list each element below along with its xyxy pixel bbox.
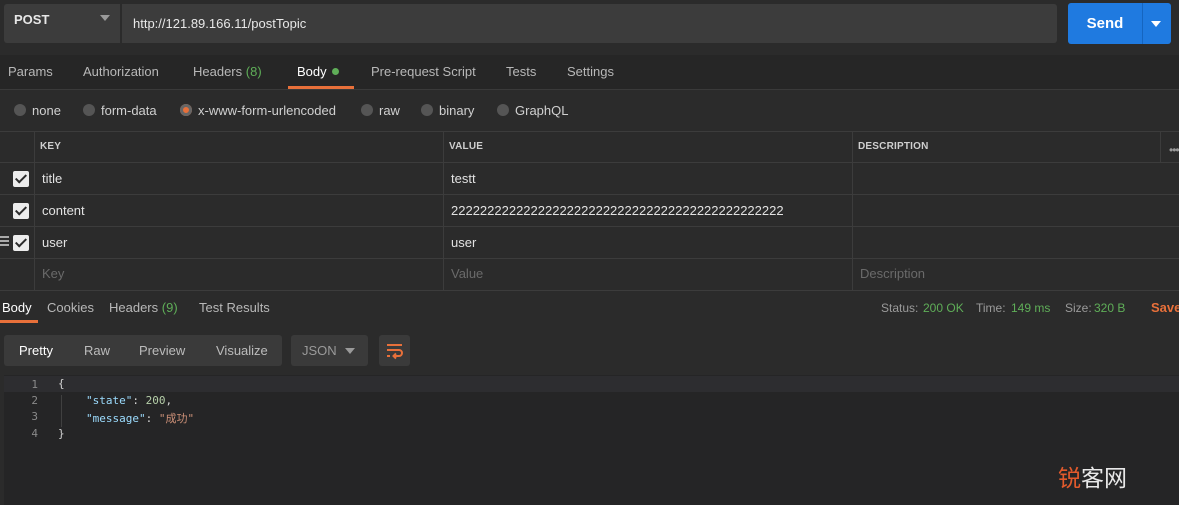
active-tab-underline <box>0 320 38 323</box>
json-key: "state" <box>86 394 133 407</box>
json-line-message: "message": "成功" <box>86 412 195 425</box>
row-value[interactable]: 2222222222222222222222222222222222222222… <box>451 203 784 218</box>
checkbox-icon[interactable] <box>13 171 29 187</box>
method-label: POST <box>14 12 50 27</box>
table-border <box>0 131 1179 132</box>
column-divider <box>34 131 35 291</box>
response-tab-cookies[interactable]: Cookies <box>47 300 94 315</box>
json-close-brace: } <box>58 427 65 440</box>
tab-tests[interactable]: Tests <box>506 64 536 79</box>
radio-label-none[interactable]: none <box>32 103 61 118</box>
checkbox-icon[interactable] <box>13 203 29 219</box>
column-divider <box>1160 131 1161 163</box>
response-tab-headers-label: Headers <box>109 300 159 315</box>
chevron-down-icon <box>1151 21 1161 27</box>
line-number: 3 <box>31 410 38 423</box>
json-key: "message" <box>86 412 146 425</box>
time-value[interactable]: 149 ms <box>1011 301 1050 315</box>
indent-guide <box>61 395 62 427</box>
size-label: Size: <box>1065 301 1092 315</box>
table-border <box>0 258 1179 259</box>
radio-binary[interactable] <box>421 104 433 116</box>
row-key[interactable]: title <box>42 171 62 186</box>
row-value[interactable]: user <box>451 235 476 250</box>
drag-handle-icon[interactable] <box>0 236 9 246</box>
tab-params[interactable]: Params <box>8 64 53 79</box>
wrap-lines-button[interactable] <box>379 335 410 366</box>
response-tab-headers[interactable]: Headers (9) <box>109 300 178 315</box>
column-header-description: DESCRIPTION <box>858 141 929 152</box>
format-label: JSON <box>302 343 337 358</box>
current-line-highlight <box>4 376 1179 392</box>
tab-headers[interactable]: Headers (8) <box>193 64 262 79</box>
line-number: 1 <box>31 378 38 391</box>
view-pretty-button[interactable]: Pretty <box>19 343 53 358</box>
send-button[interactable]: Send <box>1068 3 1142 44</box>
column-divider <box>852 131 853 291</box>
checkbox-icon[interactable] <box>13 235 29 251</box>
radio-x-www-form-urlencoded[interactable] <box>180 104 192 116</box>
tab-authorization[interactable]: Authorization <box>83 64 159 79</box>
line-number: 4 <box>31 427 38 440</box>
response-body-editor[interactable] <box>4 375 1179 505</box>
watermark-part2: 客网 <box>1081 466 1127 492</box>
table-border <box>0 290 1179 291</box>
active-tab-underline <box>288 86 354 89</box>
time-label: Time: <box>976 301 1006 315</box>
radio-graphql[interactable] <box>497 104 509 116</box>
wrap-lines-icon <box>387 344 403 360</box>
row-key[interactable]: content <box>42 203 85 218</box>
radio-label-graphql[interactable]: GraphQL <box>515 103 568 118</box>
radio-raw[interactable] <box>361 104 373 116</box>
json-string: "成功" <box>158 412 195 425</box>
radio-label-raw[interactable]: raw <box>379 103 400 118</box>
view-raw-button[interactable]: Raw <box>84 343 110 358</box>
chevron-down-icon <box>100 15 110 21</box>
tab-body[interactable]: Body <box>297 64 327 79</box>
column-header-value: VALUE <box>449 141 484 152</box>
radio-label-binary[interactable]: binary <box>439 103 474 118</box>
response-tab-test-results[interactable]: Test Results <box>199 300 270 315</box>
column-divider <box>443 131 444 291</box>
table-border <box>0 162 1179 163</box>
size-value[interactable]: 320 B <box>1094 301 1125 315</box>
watermark-part1: 锐 <box>1058 466 1081 492</box>
headers-count: (8) <box>245 64 262 79</box>
chevron-down-icon <box>345 348 355 354</box>
more-icon[interactable]: ••• <box>1169 143 1179 157</box>
tab-headers-label: Headers <box>193 64 243 79</box>
column-header-key: KEY <box>40 141 62 152</box>
new-value-input[interactable]: Value <box>451 266 483 281</box>
new-key-input[interactable]: Key <box>42 266 64 281</box>
view-preview-button[interactable]: Preview <box>139 343 185 358</box>
view-visualize-button[interactable]: Visualize <box>216 343 268 358</box>
radio-label-form-data[interactable]: form-data <box>101 103 157 118</box>
radio-form-data[interactable] <box>83 104 95 116</box>
tab-pre-request-script[interactable]: Pre-request Script <box>371 64 476 79</box>
status-value[interactable]: 200 OK <box>923 301 964 315</box>
new-description-input[interactable]: Description <box>860 266 925 281</box>
radio-label-x-www-form-urlencoded[interactable]: x-www-form-urlencoded <box>198 103 336 118</box>
status-label: Status: <box>881 301 919 315</box>
json-number: 200 <box>145 394 166 407</box>
watermark: 锐客网 <box>1058 459 1127 493</box>
json-line-state: "state": 200, <box>86 394 173 407</box>
table-border <box>0 226 1179 227</box>
tab-settings[interactable]: Settings <box>567 64 614 79</box>
response-headers-count: (9) <box>161 300 178 315</box>
body-indicator-dot <box>332 68 339 75</box>
url-input[interactable] <box>122 4 1057 43</box>
response-tab-body[interactable]: Body <box>2 300 32 315</box>
table-border <box>0 194 1179 195</box>
row-key[interactable]: user <box>42 235 67 250</box>
json-open-brace: { <box>58 377 65 390</box>
row-value[interactable]: testt <box>451 171 476 186</box>
save-response-button[interactable]: Save <box>1151 300 1179 315</box>
radio-none[interactable] <box>14 104 26 116</box>
line-number: 2 <box>31 394 38 407</box>
